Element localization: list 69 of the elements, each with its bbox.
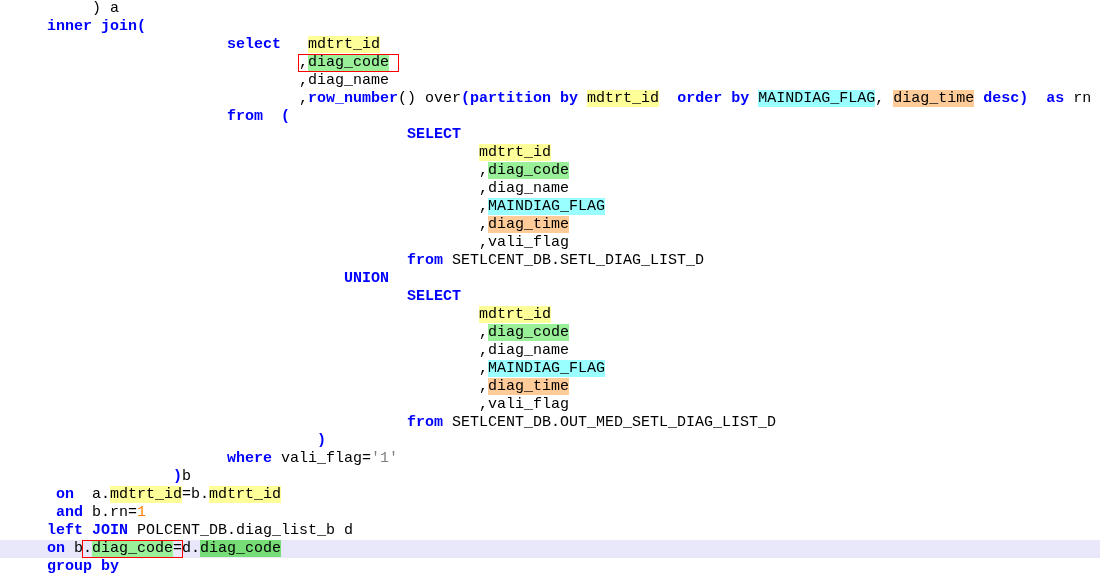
sql-keyword: on bbox=[47, 540, 65, 557]
code-text: , bbox=[479, 324, 489, 341]
sql-keyword: on bbox=[56, 486, 74, 503]
highlighted-identifier: diag_code bbox=[488, 324, 570, 341]
code-text: ,diag_name bbox=[479, 180, 570, 197]
code-text: , bbox=[479, 198, 489, 215]
string-literal: '1' bbox=[371, 450, 399, 467]
highlighted-identifier: diag_time bbox=[488, 378, 570, 395]
sql-keyword: ) bbox=[317, 432, 327, 449]
code-text: a. bbox=[91, 486, 111, 503]
code-text: SETLCENT_DB.SETL_DIAG_LIST_D bbox=[451, 252, 705, 269]
code-editor[interactable] bbox=[0, 0, 1100, 574]
code-text: ,vali_flag bbox=[479, 396, 570, 413]
sql-keyword: SELECT bbox=[407, 126, 462, 143]
code-text: b bbox=[182, 468, 192, 485]
code-text: ,diag_name bbox=[479, 342, 570, 359]
sql-keyword: from ( bbox=[227, 108, 291, 125]
sql-keyword: group by bbox=[47, 558, 119, 574]
highlighted-identifier: mdtrt_id bbox=[479, 144, 552, 161]
highlighted-identifier: mdtrt_id bbox=[209, 486, 282, 503]
code-text: , bbox=[479, 360, 489, 377]
highlighted-identifier: diag_time bbox=[488, 216, 570, 233]
number-literal: 1 bbox=[137, 504, 147, 521]
highlighted-identifier: mdtrt_id bbox=[308, 36, 381, 53]
code-text: = bbox=[173, 540, 183, 557]
code-text: () over bbox=[398, 90, 462, 107]
code-text: b.rn= bbox=[91, 504, 138, 521]
highlighted-identifier: diag_code bbox=[308, 54, 390, 71]
sql-keyword: and bbox=[56, 504, 83, 521]
code-text: rn bbox=[1072, 90, 1092, 107]
sql-keyword: order by bbox=[676, 90, 751, 107]
code-text: . bbox=[83, 540, 93, 557]
code-text: b bbox=[73, 540, 84, 557]
sql-keyword: from bbox=[407, 414, 444, 431]
code-text: , bbox=[299, 90, 309, 107]
highlighted-identifier: MAINDIAG_FLAG bbox=[488, 360, 606, 377]
sql-keyword: left JOIN bbox=[47, 522, 128, 539]
sql-keyword: where bbox=[227, 450, 273, 467]
code-text: , bbox=[479, 378, 489, 395]
code-text: , bbox=[875, 90, 886, 107]
sql-keyword: from bbox=[407, 252, 444, 269]
code-text: , bbox=[479, 162, 489, 179]
sql-keyword: ) bbox=[173, 468, 183, 485]
highlighted-identifier: diag_code bbox=[92, 540, 174, 557]
code-text: , bbox=[299, 54, 309, 71]
highlighted-identifier: mdtrt_id bbox=[110, 486, 183, 503]
code-text: d. bbox=[182, 540, 201, 557]
sql-keyword: SELECT bbox=[407, 288, 462, 305]
highlighted-identifier: mdtrt_id bbox=[587, 90, 660, 107]
sql-keyword: row_number bbox=[308, 90, 399, 107]
sql-keyword: select bbox=[227, 36, 283, 53]
code-text: =b. bbox=[182, 486, 210, 503]
sql-keyword: inner join( bbox=[47, 18, 147, 35]
highlighted-identifier: MAINDIAG_FLAG bbox=[488, 198, 606, 215]
highlighted-identifier: diag_code bbox=[488, 162, 570, 179]
sql-keyword: (partition by bbox=[461, 90, 580, 107]
code-text: ,diag_name bbox=[299, 72, 390, 89]
sql-keyword: UNION bbox=[344, 270, 390, 287]
code-text: ) a bbox=[92, 0, 119, 17]
sql-keyword: desc) as bbox=[982, 90, 1065, 107]
code-text: vali_flag= bbox=[280, 450, 372, 467]
highlighted-identifier: diag_time bbox=[893, 90, 975, 107]
code-text: ,vali_flag bbox=[479, 234, 570, 251]
highlighted-identifier: diag_code bbox=[200, 540, 282, 557]
highlighted-identifier: mdtrt_id bbox=[479, 306, 552, 323]
code-text: POLCENT_DB.diag_list_b d bbox=[136, 522, 354, 539]
code-text: , bbox=[479, 216, 489, 233]
highlighted-identifier: MAINDIAG_FLAG bbox=[758, 90, 876, 107]
code-text: SETLCENT_DB.OUT_MED_SETL_DIAG_LIST_D bbox=[451, 414, 777, 431]
